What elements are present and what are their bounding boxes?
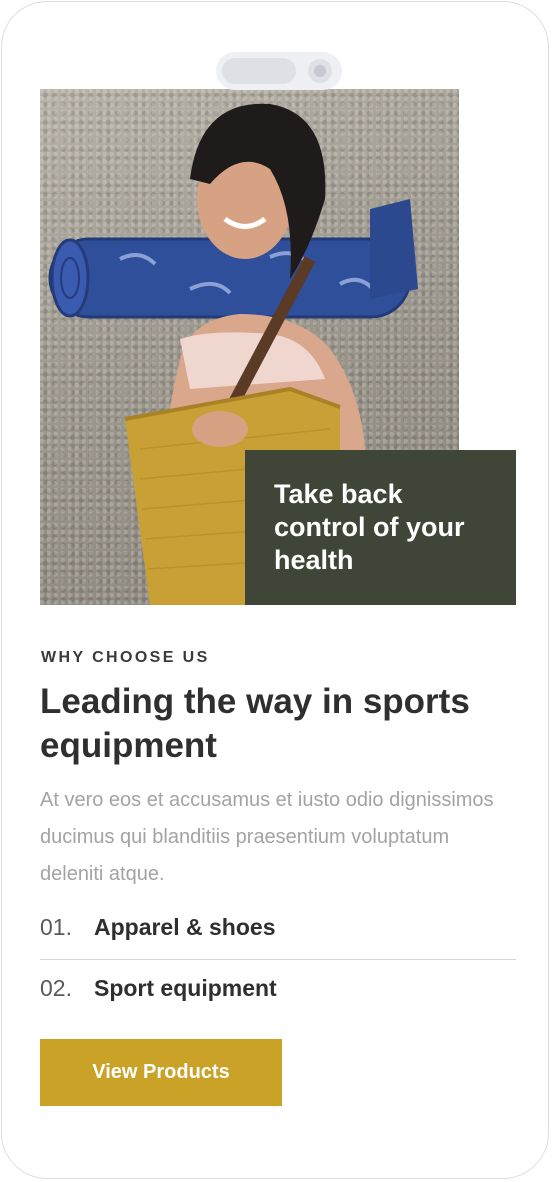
phone-frame: Take back control of your health WHY CHO… — [1, 1, 549, 1179]
feature-number: 02. — [40, 975, 72, 1001]
hero-headline: Take back control of your health — [274, 479, 465, 575]
feature-label: Sport equipment — [93, 975, 277, 1001]
headline-card: Take back control of your health — [245, 450, 516, 605]
section-description: At vero eos et accusamus et iusto odio d… — [40, 789, 494, 885]
feature-item-equipment: 02. Sport equipment — [40, 975, 277, 1002]
camera-icon — [308, 59, 332, 83]
feature-item-apparel: 01. Apparel & shoes — [40, 914, 275, 941]
section-title: Leading the way in sports equipment — [40, 682, 470, 765]
feature-divider — [40, 959, 516, 960]
dynamic-island — [216, 52, 342, 90]
view-products-button[interactable]: View Products — [40, 1039, 282, 1106]
notch-pill — [222, 58, 296, 84]
feature-label: Apparel & shoes — [93, 914, 276, 940]
section-eyebrow: WHY CHOOSE US — [41, 649, 210, 666]
feature-number: 01. — [40, 914, 72, 940]
